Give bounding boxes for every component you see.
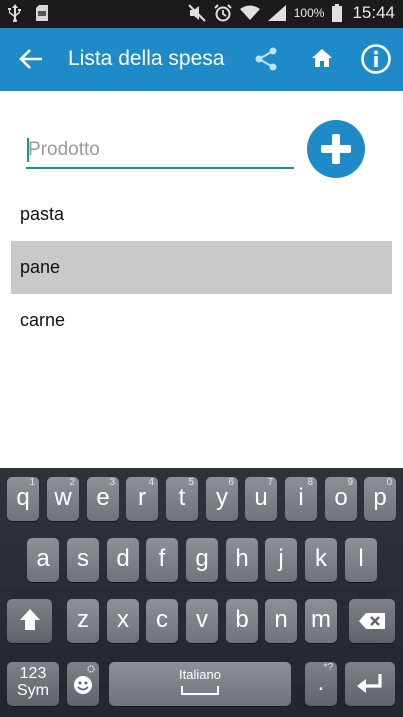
settings-gear-icon bbox=[87, 665, 95, 673]
text-cursor bbox=[27, 138, 29, 162]
list-item-label: carne bbox=[20, 310, 66, 330]
clock: 15:44 bbox=[352, 3, 395, 22]
mute-icon bbox=[188, 4, 206, 22]
key-s[interactable]: s bbox=[67, 538, 99, 582]
usb-icon bbox=[8, 4, 21, 22]
sd-card-icon bbox=[36, 5, 48, 21]
key-y[interactable]: 6y bbox=[206, 477, 238, 521]
key-h[interactable]: h bbox=[226, 538, 258, 582]
add-button[interactable] bbox=[307, 120, 365, 178]
key-j[interactable]: j bbox=[265, 538, 297, 582]
key-b[interactable]: b bbox=[226, 599, 258, 643]
emoji-key[interactable] bbox=[67, 662, 99, 706]
enter-arrow-icon bbox=[357, 674, 382, 693]
key-d[interactable]: d bbox=[107, 538, 139, 582]
key-f[interactable]: f bbox=[146, 538, 178, 582]
key-q[interactable]: 1q bbox=[7, 477, 39, 521]
symbols-key[interactable]: 123 Sym bbox=[7, 662, 59, 706]
app-bar: Lista della spesa bbox=[0, 28, 403, 91]
key-c[interactable]: c bbox=[146, 599, 178, 643]
key-a[interactable]: a bbox=[27, 538, 59, 582]
backspace-key[interactable] bbox=[349, 599, 395, 643]
key-o[interactable]: 9o bbox=[325, 477, 357, 521]
key-i[interactable]: 8i bbox=[285, 477, 317, 521]
alarm-icon bbox=[214, 4, 232, 22]
back-arrow-icon[interactable] bbox=[18, 46, 44, 72]
key-w[interactable]: 2w bbox=[47, 477, 79, 521]
battery-icon bbox=[332, 4, 343, 22]
key-x[interactable]: x bbox=[107, 599, 139, 643]
soft-keyboard: 1q 2w 3e 4r 5t 6y 7u 8i 9o 0p a s d f g … bbox=[0, 468, 403, 717]
wifi-icon bbox=[239, 5, 260, 20]
key-n[interactable]: n bbox=[265, 599, 297, 643]
key-p[interactable]: 0p bbox=[364, 477, 396, 521]
smiley-icon bbox=[74, 676, 92, 694]
home-icon[interactable] bbox=[311, 47, 333, 69]
period-key[interactable]: *?. bbox=[305, 662, 337, 706]
shift-key[interactable] bbox=[7, 599, 52, 643]
key-k[interactable]: k bbox=[305, 538, 337, 582]
signal-icon bbox=[267, 5, 286, 21]
space-bar-icon bbox=[181, 686, 219, 695]
key-z[interactable]: z bbox=[67, 599, 99, 643]
enter-key[interactable] bbox=[345, 662, 395, 706]
list-item-label: pane bbox=[20, 257, 61, 277]
key-u[interactable]: 7u bbox=[245, 477, 277, 521]
status-bar: 100% 15:44 bbox=[0, 0, 403, 28]
space-key[interactable]: Italiano bbox=[109, 662, 291, 706]
key-r[interactable]: 4r bbox=[126, 477, 158, 521]
keyboard-language-label: Italiano bbox=[179, 667, 221, 682]
key-l[interactable]: l bbox=[345, 538, 377, 582]
shopping-list: pasta pane carne bbox=[11, 188, 392, 347]
key-g[interactable]: g bbox=[186, 538, 218, 582]
info-icon[interactable] bbox=[360, 43, 392, 75]
share-icon[interactable] bbox=[253, 46, 279, 72]
list-item[interactable]: carne bbox=[11, 294, 392, 347]
list-item-selected[interactable]: pane bbox=[11, 241, 392, 294]
key-v[interactable]: v bbox=[186, 599, 218, 643]
page-title: Lista della spesa bbox=[68, 47, 225, 70]
key-m[interactable]: m bbox=[305, 599, 337, 643]
backspace-icon bbox=[359, 613, 385, 629]
key-e[interactable]: 3e bbox=[87, 477, 119, 521]
key-t[interactable]: 5t bbox=[166, 477, 198, 521]
product-input[interactable] bbox=[26, 133, 294, 169]
list-item[interactable]: pasta bbox=[11, 188, 392, 241]
shift-arrow-icon bbox=[19, 609, 40, 630]
battery-percent: 100% bbox=[293, 6, 325, 20]
list-item-label: pasta bbox=[20, 204, 65, 224]
